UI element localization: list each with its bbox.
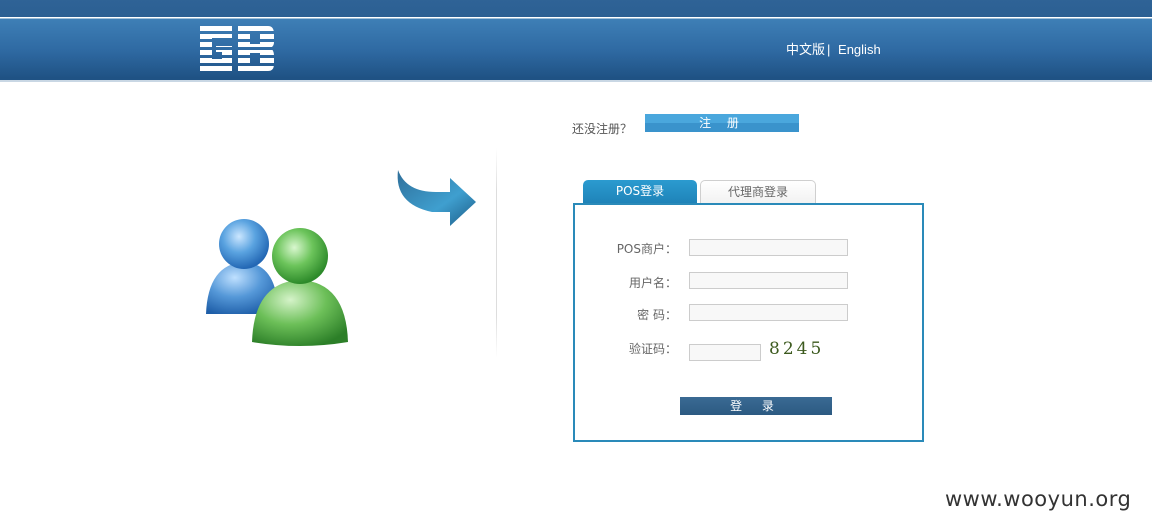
username-input[interactable] xyxy=(689,272,848,289)
lang-chinese-link[interactable]: 中文版 xyxy=(786,42,825,57)
arrow-icon xyxy=(397,170,476,226)
register-button[interactable]: 注 册 xyxy=(645,114,799,132)
tab-agent-login[interactable]: 代理商登录 xyxy=(700,180,816,203)
gb-logo-icon[interactable] xyxy=(196,26,276,71)
password-input[interactable] xyxy=(689,304,848,321)
lang-separator: | xyxy=(827,42,831,57)
register-prompt: 还没注册？ xyxy=(572,122,633,136)
password-label: 密 码： xyxy=(637,308,677,322)
header-bar: 中文版 | English xyxy=(0,0,1152,82)
captcha-input[interactable] xyxy=(689,344,761,361)
lang-english-link[interactable]: English xyxy=(838,42,881,57)
tab-pos-login[interactable]: POS登录 xyxy=(583,180,697,203)
users-icon xyxy=(206,219,348,346)
username-label: 用户名： xyxy=(628,276,677,290)
login-form-panel: POS商户： 用户名： 密 码： 验证码： 8245 登 录 xyxy=(573,203,924,442)
vertical-divider xyxy=(496,148,497,358)
language-switch: 中文版 | English xyxy=(786,39,881,58)
login-button[interactable]: 登 录 xyxy=(680,397,832,415)
merchant-input[interactable] xyxy=(689,239,848,256)
captcha-label: 验证码： xyxy=(628,342,677,356)
captcha-image[interactable]: 8245 xyxy=(769,339,824,359)
merchant-label: POS商户： xyxy=(616,242,677,256)
watermark: www.wooyun.org xyxy=(945,487,1132,511)
